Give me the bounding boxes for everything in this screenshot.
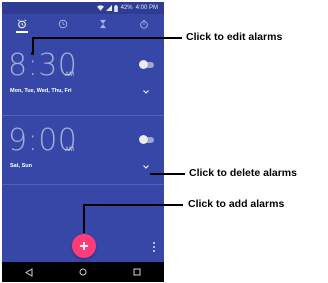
alarm-ampm: AM xyxy=(65,147,74,153)
alarm-days-row: Sat, Sun xyxy=(2,159,164,177)
recents-icon xyxy=(133,268,141,276)
status-icons xyxy=(96,4,118,12)
tab-alarm[interactable] xyxy=(10,15,34,33)
tab-clock[interactable] xyxy=(51,15,75,33)
alarm-days-row: Mon, Tue, Wed, Thu, Fri xyxy=(2,84,164,102)
delete-alarms-annotation: Click to delete alarms xyxy=(189,167,297,179)
alarm-icon xyxy=(17,19,27,29)
battery-percent: 42% xyxy=(120,5,133,11)
tab-timer[interactable] xyxy=(91,15,115,33)
edit-alarms-annotation: Click to edit alarms xyxy=(186,31,283,43)
plus-icon xyxy=(80,242,88,250)
add-callout-line xyxy=(83,204,183,206)
timer-icon xyxy=(100,19,107,29)
alarm-time-row: 9:00 AM xyxy=(2,117,164,159)
chevron-down-icon[interactable] xyxy=(142,88,150,96)
add-alarm-button[interactable] xyxy=(72,234,96,258)
edit-callout-line xyxy=(32,37,182,39)
signal-icon xyxy=(105,5,112,11)
alarm-days: Mon, Tue, Wed, Thu, Fri xyxy=(10,88,72,94)
toggle-knob xyxy=(139,60,148,69)
add-callout-line xyxy=(83,205,85,233)
alarm-days: Sat, Sun xyxy=(10,163,33,169)
divider xyxy=(2,184,164,185)
stopwatch-icon xyxy=(139,19,148,29)
back-button[interactable] xyxy=(19,264,39,280)
alarm-time-row: 8:30 AM xyxy=(2,42,164,84)
home-icon xyxy=(79,268,87,276)
divider xyxy=(2,115,164,116)
delete-callout-line xyxy=(150,173,185,175)
add-alarms-annotation: Click to add alarms xyxy=(188,198,285,210)
battery-icon xyxy=(113,4,118,12)
toggle-knob xyxy=(139,135,148,144)
alarm-item[interactable]: 9:00 AM Sat, Sun xyxy=(2,117,164,177)
edit-callout-line xyxy=(32,38,34,54)
overflow-menu-icon[interactable] xyxy=(151,242,157,252)
tab-bar xyxy=(2,14,164,34)
navigation-bar xyxy=(2,262,164,282)
home-button[interactable] xyxy=(73,264,93,280)
alarm-ampm: AM xyxy=(65,72,74,78)
recents-button[interactable] xyxy=(127,264,147,280)
alarm-item[interactable]: 8:30 AM Mon, Tue, Wed, Thu, Fri xyxy=(2,42,164,102)
wifi-icon xyxy=(96,5,104,11)
phone-screen: 42% 4:00 PM 8:30 AM Mon, Tue, Wed, Thu, … xyxy=(2,2,164,282)
clock-icon xyxy=(58,19,67,29)
chevron-down-icon[interactable] xyxy=(142,163,150,171)
alarm-toggle[interactable] xyxy=(139,135,154,144)
tab-stopwatch[interactable] xyxy=(132,15,156,33)
alarm-toggle[interactable] xyxy=(139,60,154,69)
back-icon xyxy=(25,267,33,277)
status-bar: 42% 4:00 PM xyxy=(2,2,164,14)
status-time: 4:00 PM xyxy=(135,5,158,11)
